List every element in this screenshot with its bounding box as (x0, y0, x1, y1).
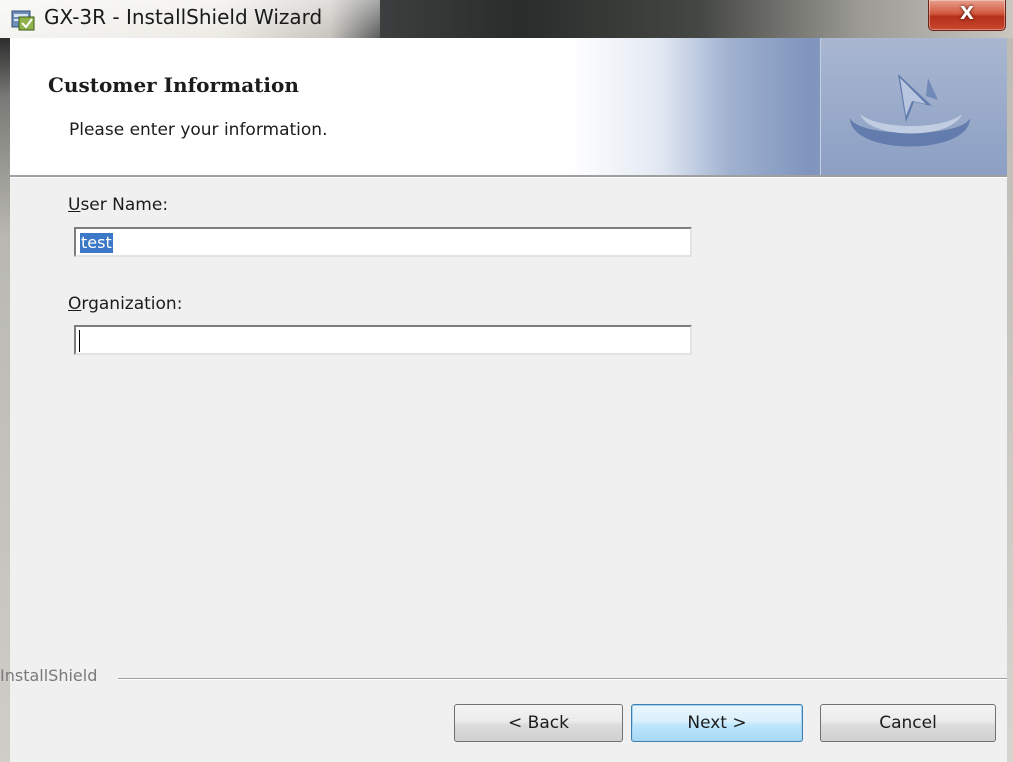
title-bar[interactable]: GX-3R - InstallShield Wizard X (0, 0, 1013, 38)
user-name-input[interactable]: test (74, 227, 692, 257)
user-name-label-text: ser Name: (80, 195, 169, 215)
installshield-wizard-window: GX-3R - InstallShield Wizard X Customer … (0, 0, 1013, 762)
user-name-label: User Name: (68, 195, 168, 215)
text-caret (79, 330, 80, 352)
user-name-label-accelerator: U (68, 195, 81, 215)
organization-label-text: rganization: (81, 294, 183, 314)
organization-label: Organization: (68, 294, 182, 314)
installshield-brand-label: InstallShield (0, 666, 98, 685)
organization-label-accelerator: O (68, 294, 82, 314)
user-name-value: test (80, 233, 113, 253)
installshield-logo-icon (850, 74, 970, 147)
close-button[interactable]: X (928, 0, 1006, 31)
window-frame-left (0, 38, 10, 762)
window-title: GX-3R - InstallShield Wizard (44, 5, 323, 29)
page-title: Customer Information (48, 73, 299, 97)
page-subtitle: Please enter your information. (69, 120, 328, 140)
header-banner: Customer Information Please enter your i… (10, 38, 1007, 175)
installer-icon (11, 10, 35, 31)
next-button[interactable]: Next > (631, 704, 803, 742)
cancel-button[interactable]: Cancel (820, 704, 996, 742)
footer-divider (118, 678, 1007, 680)
form-area (10, 178, 1007, 762)
window-frame-right (1007, 38, 1013, 762)
back-button[interactable]: < Back (454, 704, 623, 742)
organization-input[interactable] (74, 325, 692, 355)
close-icon: X (960, 3, 974, 24)
